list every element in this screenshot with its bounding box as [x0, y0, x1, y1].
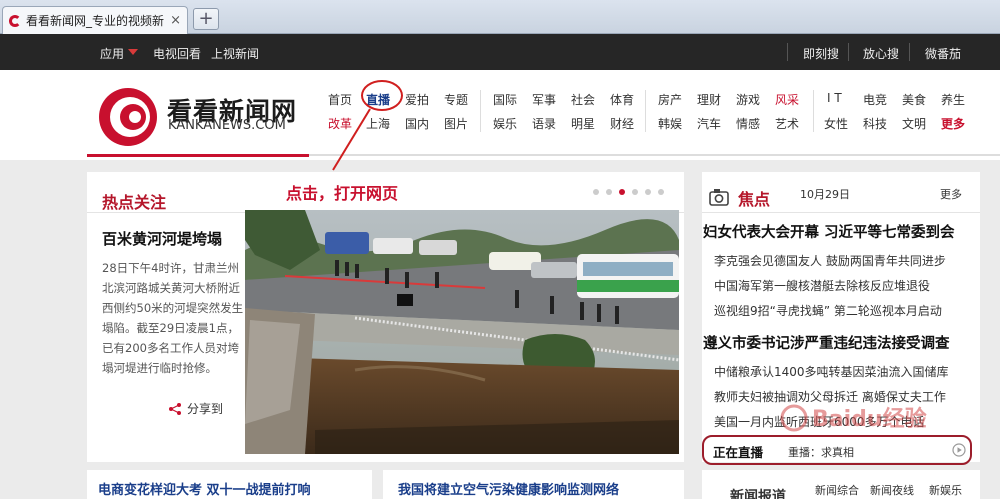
focus-divider: [702, 212, 980, 213]
nav-finance-mgmt[interactable]: 理财: [697, 91, 721, 108]
browser-tab[interactable]: 看看新闻网_专业的视频新闻网 ×: [2, 6, 188, 34]
top-nav-bar: 应用 电视回看 上视新闻 即刻搜 放心搜 微番茄: [0, 34, 1000, 70]
focus-news-item[interactable]: 巡视组9招“寻虎找蝇” 第二轮巡视本月启动: [714, 302, 942, 319]
nav-domestic[interactable]: 国内: [405, 115, 429, 132]
nav-aipai[interactable]: 爱拍: [405, 91, 429, 108]
carousel-dot[interactable]: [658, 189, 664, 195]
tab-new-entertainment[interactable]: 新娱乐: [929, 482, 962, 498]
nav-reform[interactable]: 改革: [328, 115, 352, 132]
nav-more[interactable]: 更多: [941, 115, 965, 132]
topnav-apps[interactable]: 应用: [100, 45, 124, 62]
tab-news-general[interactable]: 新闻综合: [815, 482, 859, 498]
focus-news-item[interactable]: 李克强会见德国友人 鼓励两国青年共同进步: [714, 252, 946, 269]
nav-topics[interactable]: 专题: [444, 91, 468, 108]
topnav-divider: [787, 43, 788, 61]
carousel-dots: [593, 189, 664, 195]
focus-more-link[interactable]: 更多: [940, 186, 962, 202]
nav-property[interactable]: 房产: [658, 91, 682, 108]
nav-entertainment[interactable]: 娱乐: [493, 115, 517, 132]
focus-news-item[interactable]: 中储粮承认1400多吨转基因菜油流入国储库: [714, 363, 949, 380]
nav-military[interactable]: 军事: [532, 91, 556, 108]
dropdown-arrow-icon[interactable]: [128, 49, 138, 55]
nav-korean-ent[interactable]: 韩娱: [658, 115, 682, 132]
watermark-text: Baidu经验: [812, 406, 927, 432]
carousel-dot[interactable]: [632, 189, 638, 195]
focus-section-title: 焦点: [738, 190, 771, 209]
annotation-circle: [361, 80, 403, 111]
share-icon: [169, 402, 181, 415]
annotation-text: 点击，打开网页: [286, 184, 399, 203]
live-now-label: 正在直播: [713, 445, 764, 460]
focus-headline[interactable]: 遵义市委书记涉严重违纪违法接受调查: [703, 332, 950, 353]
close-tab-icon[interactable]: ×: [170, 13, 181, 28]
carousel-dot[interactable]: [606, 189, 612, 195]
kankan-logo-icon[interactable]: [97, 86, 159, 148]
nav-auto[interactable]: 汽车: [697, 115, 721, 132]
browser-chrome: 看看新闻网_专业的视频新闻网 × +: [0, 0, 1000, 34]
focus-date: 10月29日: [800, 188, 850, 201]
nav-divider: [813, 90, 814, 132]
bottom-news-link[interactable]: 电商变花样迎大考 双十一战提前打响: [98, 479, 311, 498]
topnav-divider: [848, 43, 849, 61]
carousel-dot[interactable]: [619, 189, 625, 195]
nav-health[interactable]: 养生: [941, 91, 965, 108]
nav-art[interactable]: 艺术: [775, 115, 799, 132]
share-link[interactable]: 分享到: [168, 400, 223, 417]
topnav-weifanqie[interactable]: 微番茄: [925, 45, 961, 62]
nav-civilization[interactable]: 文明: [902, 115, 926, 132]
baidu-watermark-icon: Baidu经验: [780, 404, 927, 432]
nav-esports[interactable]: 电竞: [863, 91, 887, 108]
nav-sports[interactable]: 体育: [610, 91, 634, 108]
nav-shanghai[interactable]: 上海: [366, 115, 390, 132]
story-summary: 28日下午4时许，甘肃兰州北滨河路城关黄河大桥附近西侧约50米的河堤突然发生塌陷…: [102, 261, 244, 375]
live-now-program[interactable]: 重播：求真相: [788, 444, 854, 460]
focus-news-item[interactable]: 中国海军第一艘核潜艇去除核反应堆退役: [714, 277, 930, 294]
news-reports-title: 新闻报道: [730, 489, 786, 499]
share-label: 分享到: [187, 402, 224, 416]
bottom-news-link[interactable]: 我国将建立空气污染健康影响监测网络: [398, 479, 619, 498]
hot-section-title: 热点关注: [102, 193, 167, 212]
nav-pictures[interactable]: 图片: [444, 115, 468, 132]
topnav-tv-replay[interactable]: 电视回看: [153, 45, 201, 62]
nav-games[interactable]: 游戏: [736, 91, 760, 108]
new-tab-button[interactable]: +: [193, 8, 219, 30]
nav-home[interactable]: 首页: [328, 91, 352, 108]
story-headline[interactable]: 百米黄河河堤垮塌: [102, 228, 222, 249]
header-accent-bar: [87, 154, 309, 157]
tab-news-night[interactable]: 新闻夜线: [870, 482, 914, 498]
nav-divider: [480, 90, 481, 132]
nav-stars[interactable]: 明星: [571, 115, 595, 132]
nav-it[interactable]: I T: [827, 91, 842, 105]
carousel-dot[interactable]: [645, 189, 651, 195]
nav-tech[interactable]: 科技: [863, 115, 887, 132]
topnav-jikesou[interactable]: 即刻搜: [803, 45, 839, 62]
header-divider: [87, 154, 1000, 157]
nav-society[interactable]: 社会: [571, 91, 595, 108]
topnav-fangxinsou[interactable]: 放心搜: [863, 45, 899, 62]
nav-emotion[interactable]: 情感: [736, 115, 760, 132]
bottom-news-row: 电商变花样迎大考 双十一战提前打响 我国将建立空气污染健康影响监测网络 新闻报道…: [0, 470, 1000, 499]
focus-camera-icon: [709, 189, 729, 206]
nav-divider: [645, 90, 646, 132]
kankan-favicon-icon: [9, 14, 21, 27]
tab-title: 看看新闻网_专业的视频新闻网: [26, 14, 165, 28]
play-icon[interactable]: [952, 443, 966, 457]
focus-headline[interactable]: 妇女代表大会开幕 习近平等七常委到会: [703, 221, 955, 242]
nav-fengcai[interactable]: 风采: [775, 91, 799, 108]
nav-food[interactable]: 美食: [902, 91, 926, 108]
nav-women[interactable]: 女性: [824, 115, 848, 132]
nav-finance[interactable]: 财经: [610, 115, 634, 132]
brand-domain: KANKANEWS.COM: [168, 118, 286, 133]
nav-international[interactable]: 国际: [493, 91, 517, 108]
topnav-divider: [909, 43, 910, 61]
nav-quotes[interactable]: 语录: [532, 115, 556, 132]
site-header: 看看新闻网 KANKANEWS.COM 首页 直播 爱拍 专题 国际 军事 社会…: [0, 70, 1000, 160]
carousel-dot[interactable]: [593, 189, 599, 195]
topnav-shanghai-news[interactable]: 上视新闻: [211, 45, 259, 62]
collapse-news-photo[interactable]: [245, 210, 679, 454]
